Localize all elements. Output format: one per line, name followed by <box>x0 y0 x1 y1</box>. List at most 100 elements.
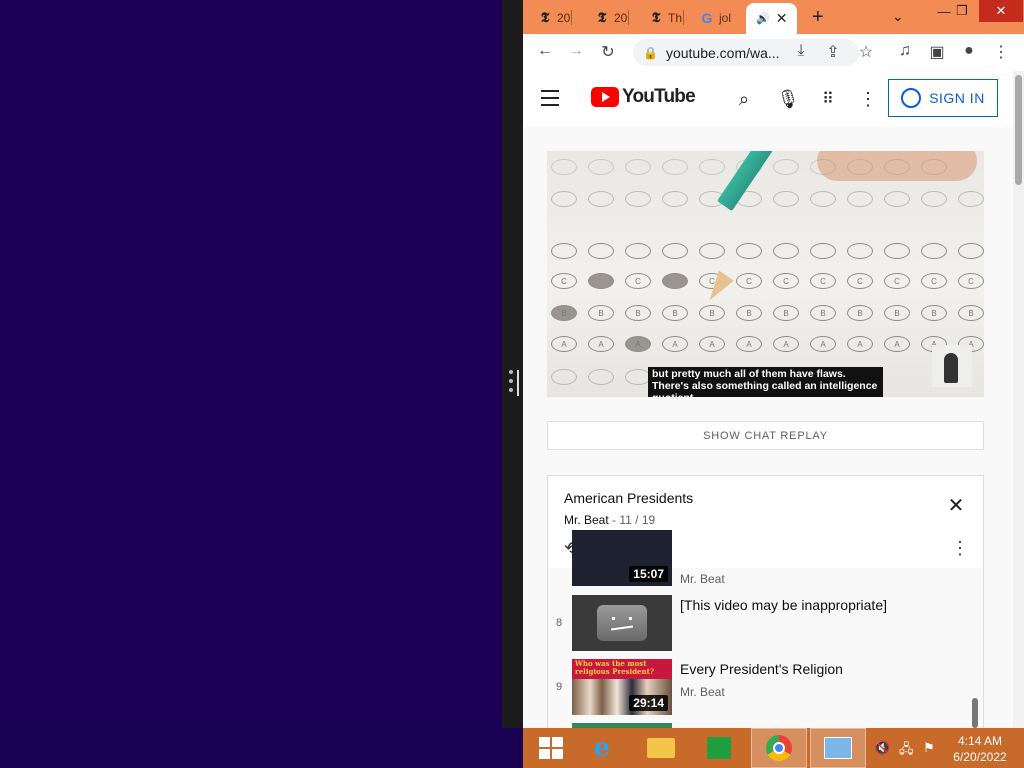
control-panel-button[interactable] <box>810 728 866 768</box>
playlist-item-channel: Mr. Beat <box>680 572 725 586</box>
tab-3[interactable]: 𝕿 Th <box>648 5 685 30</box>
audio-playing-icon[interactable]: 🔊 <box>756 12 770 25</box>
playlist-item[interactable]: 15:07 Mr. Beat <box>548 530 968 587</box>
playlist-item-channel: Mr. Beat <box>680 685 725 699</box>
sign-in-label: SIGN IN <box>929 90 985 106</box>
tab-label: Th <box>668 10 683 25</box>
restricted-video-icon <box>597 605 647 641</box>
tab-2[interactable]: 𝕿 20 <box>594 5 630 30</box>
forward-icon[interactable]: → <box>566 42 586 60</box>
profile-avatar-icon[interactable]: ● <box>959 42 979 60</box>
tab-search-icon[interactable]: ⌄ <box>892 8 904 25</box>
system-clock[interactable]: 4:14 AM 6/20/2022 <box>943 733 1017 765</box>
close-tab-icon[interactable]: ✕ <box>776 10 788 27</box>
answer-sheet-row: AAAAAAAAAAAA <box>551 336 984 352</box>
scrollbar-thumb[interactable] <box>1015 75 1022 185</box>
video-duration: 15:07 <box>629 566 668 582</box>
volume-muted-icon[interactable]: 🔇 <box>874 740 890 756</box>
store-icon <box>707 737 731 759</box>
file-explorer-button[interactable] <box>633 728 689 768</box>
account-icon <box>901 88 922 108</box>
reload-icon[interactable]: ↻ <box>598 42 618 62</box>
apps-grid-icon[interactable]: ⠿ <box>816 87 840 111</box>
playlist-item[interactable]: 9 Who was the most religious President? … <box>548 659 968 716</box>
playlist-item-index: 9 <box>556 681 563 693</box>
tab-youtube-active[interactable]: 🔊 ✕ <box>746 3 797 34</box>
youtube-logo-text: YouTube <box>622 86 696 107</box>
start-button[interactable] <box>523 728 579 768</box>
playlist-item[interactable]: 8 [This video may be inappropriate] <box>548 595 968 652</box>
share-icon[interactable]: ⇪ <box>823 42 843 62</box>
answer-sheet-row <box>551 243 984 259</box>
playlist-meta: Mr. Beat - 11 / 19 <box>564 513 656 527</box>
splitter-handle[interactable] <box>517 370 519 396</box>
close-playlist-icon[interactable]: ✕ <box>946 496 966 516</box>
close-window-button[interactable]: ✕ <box>979 0 1023 22</box>
chrome-window: 𝕿 20 𝕿 20 𝕿 Th G jol 🔊 ✕ + ⌄ — ❐ ✕ ← → ↻… <box>523 0 1024 728</box>
search-icon[interactable]: ⌕ <box>732 87 756 111</box>
answer-sheet-row: BBBBBBBBBBBB <box>551 305 984 321</box>
settings-more-icon[interactable]: ⋮ <box>856 87 880 111</box>
show-chat-replay-button[interactable]: SHOW CHAT REPLAY <box>547 421 984 450</box>
windows-taskbar: e 🔇 🖧 ⚑ 4:14 AM 6/20/2022 <box>523 728 1024 768</box>
splitter-grip[interactable] <box>509 370 513 397</box>
google-icon: G <box>701 9 713 26</box>
network-icon[interactable]: 🖧 <box>899 740 914 762</box>
snap-splitter[interactable] <box>502 0 523 728</box>
answer-sheet-row: CCCCCCCCCC <box>551 273 984 289</box>
youtube-header: YouTube ⌕ 🎙 ⠿ ⋮ SIGN IN <box>523 71 1013 127</box>
new-tab-button[interactable]: + <box>812 6 824 29</box>
guide-menu-icon[interactable] <box>541 90 559 111</box>
playlist-title[interactable]: American Presidents <box>564 490 693 506</box>
lock-icon[interactable]: 🔒 <box>643 46 658 60</box>
restore-button[interactable]: ❐ <box>948 0 976 22</box>
playlist-panel: American Presidents Mr. Beat - 11 / 19 ✕… <box>547 475 984 728</box>
nyt-icon: 𝕿 <box>651 9 661 26</box>
store-button[interactable] <box>691 728 747 768</box>
tab-label: 20 <box>614 10 628 25</box>
back-icon[interactable]: ← <box>535 42 555 60</box>
youtube-logo[interactable]: YouTube <box>591 86 696 108</box>
playlist-item-title[interactable]: [This video may be inappropriate] <box>680 597 965 613</box>
internet-explorer-button[interactable]: e <box>574 728 630 768</box>
media-control-icon[interactable]: ♫ <box>895 42 915 60</box>
tab-label: jol <box>719 10 732 25</box>
bookmark-star-icon[interactable]: ☆ <box>856 42 876 62</box>
playlist-item-thumbnail[interactable]: 15:07 <box>572 530 672 586</box>
action-center-icon[interactable]: ⚑ <box>923 740 935 756</box>
install-app-icon[interactable]: ⤓ <box>791 42 811 60</box>
tab-1[interactable]: 𝕿 20 <box>537 5 573 30</box>
desktop-background <box>0 0 502 728</box>
playlist-item-title[interactable]: Every President's Religion <box>680 661 965 677</box>
browser-toolbar: ← → ↻ 🔒 youtube.com/wa... ⤓ ⇪ ☆ ♫ ▣ ● ⋮ <box>523 34 1024 72</box>
playlist-scrollbar-thumb[interactable] <box>972 698 978 728</box>
playlist-item-index: 8 <box>556 617 563 629</box>
tab-4[interactable]: G jol <box>699 5 731 30</box>
tab-label: 20 <box>557 10 571 25</box>
control-panel-icon <box>824 737 852 759</box>
presenter-overlay <box>932 345 972 387</box>
video-player[interactable]: CCCCCCCCCC BBBBBBBBBBBB AAAAAAAAAAAA but… <box>547 151 984 397</box>
page-scrollbar[interactable] <box>1013 71 1024 728</box>
clock-time: 4:14 AM <box>957 734 1003 748</box>
playlist-items: 15:07 Mr. Beat 8 [This video may be inap… <box>548 530 983 728</box>
playlist-item-thumbnail[interactable] <box>572 595 672 651</box>
playlist-item-thumbnail[interactable]: Who was the most religious President? 29… <box>572 659 672 715</box>
answer-sheet-row <box>551 191 984 207</box>
chrome-taskbar-button[interactable] <box>751 728 807 768</box>
answer-sheet-row <box>551 369 651 385</box>
youtube-play-icon <box>591 87 619 107</box>
playlist-position: 11 / 19 <box>619 513 656 527</box>
folder-icon <box>647 738 675 758</box>
nyt-icon: 𝕿 <box>597 9 607 26</box>
nyt-icon: 𝕿 <box>540 9 550 26</box>
thumbnail-text: Who was the most religious President? <box>575 659 654 676</box>
microphone-icon[interactable]: 🎙 <box>776 87 800 111</box>
tab-strip: 𝕿 20 𝕿 20 𝕿 Th G jol 🔊 ✕ + ⌄ — ❐ ✕ <box>523 0 1024 34</box>
side-panel-icon[interactable]: ▣ <box>927 42 947 62</box>
video-caption: but pretty much all of them have flaws. … <box>648 367 883 397</box>
clock-date: 6/20/2022 <box>953 750 1007 764</box>
sign-in-button[interactable]: SIGN IN <box>888 79 998 117</box>
chrome-menu-icon[interactable]: ⋮ <box>991 42 1011 62</box>
playlist-owner[interactable]: Mr. Beat <box>564 513 609 527</box>
